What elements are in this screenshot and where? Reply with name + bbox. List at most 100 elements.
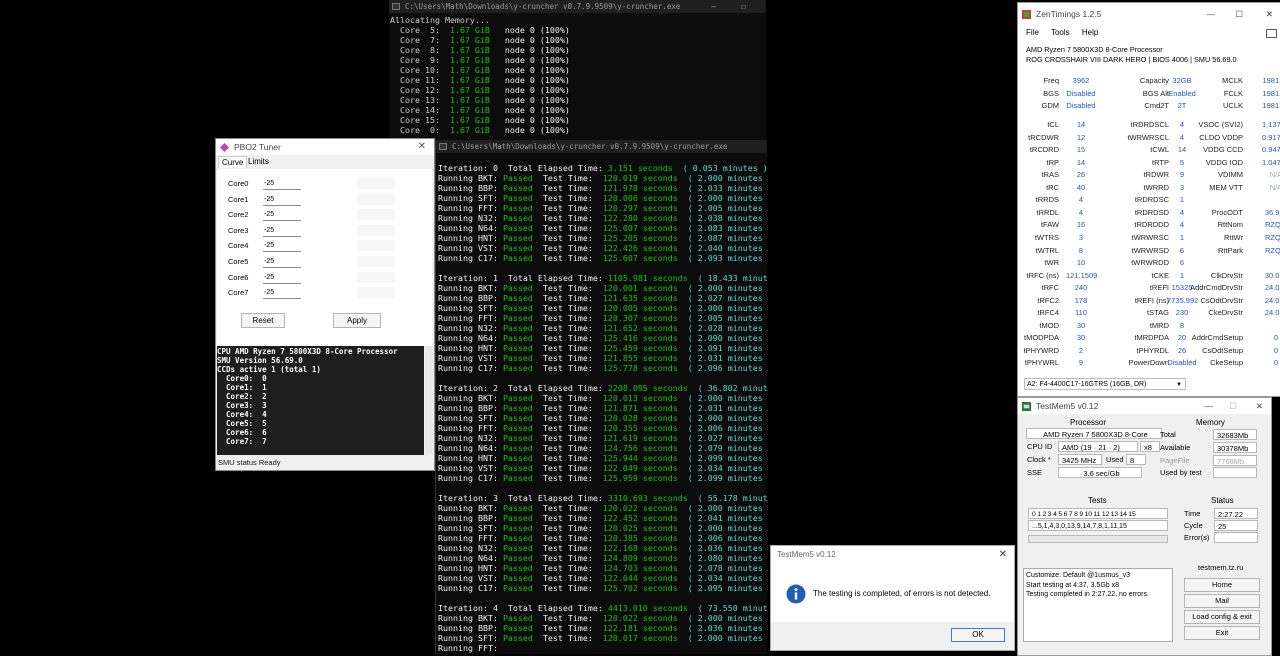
test-time-label: Test Time: (532, 203, 603, 213)
passed-status: Passed (502, 333, 533, 343)
passed-status: Passed (502, 183, 533, 193)
timing-value: 15 (1076, 145, 1086, 155)
close-icon[interactable]: ✕ (999, 549, 1007, 560)
core-label: Core 11: (390, 75, 450, 85)
core-offset-input[interactable] (263, 256, 301, 268)
maximize-icon[interactable]: ☐ (1229, 398, 1237, 414)
zentimings-titlebar[interactable]: ZenTimings 1.2.5 — ☐ ✕ (1018, 3, 1280, 25)
timing-label: PowerDown (1128, 358, 1169, 368)
test-name: Running N64: (438, 333, 503, 343)
test-time-label: Test Time: (532, 583, 603, 593)
timing-value: 26 (1076, 170, 1086, 180)
timing-value: 4 (1078, 207, 1084, 217)
passed-status: Passed (502, 553, 533, 563)
test-minutes: ( 2.000 minutes ) (677, 613, 767, 623)
test-minutes: ( 2.036 minutes ) (677, 543, 767, 553)
test-time-label: Test Time: (532, 453, 603, 463)
core-node: node 0 (100%) (489, 95, 570, 105)
testmem5-titlebar[interactable]: TestMem5 v0.12 — ☐ ✕ (1018, 398, 1271, 414)
load-config-exit-button[interactable]: Load config & exit (1184, 610, 1260, 624)
home-button[interactable]: Home (1184, 578, 1260, 592)
passed-status: Passed (502, 563, 533, 573)
timing-label: tRFC2 (1037, 295, 1059, 305)
elapsed-minutes: ( 18.433 minutes ) (697, 273, 767, 283)
maximize-icon[interactable]: ☐ (741, 0, 746, 13)
close-icon[interactable]: ✕ (418, 139, 426, 155)
core-offset-input[interactable] (263, 287, 301, 300)
core-offset-input[interactable] (263, 224, 301, 237)
test-result-line: Running HNT: Passed Test Time: 125.459 s… (438, 343, 767, 353)
pbo2-titlebar[interactable]: PBO2 Tuner ✕ (216, 139, 434, 155)
memory-label: Memory (1196, 418, 1225, 427)
cpuid-field: AMD (19 · 21 · 2) (1058, 441, 1138, 452)
test-result-line: Running VST: Passed Test Time: 122.044 s… (438, 573, 767, 583)
pbo2-log-scrollbar[interactable] (425, 346, 433, 454)
test-minutes: ( 2.027 minutes ) (677, 433, 767, 443)
maximize-icon[interactable]: ☐ (1235, 3, 1243, 25)
test-name: Running FFT: (438, 203, 503, 213)
minimize-icon[interactable]: — (1207, 3, 1216, 25)
timing-value: 40 (1076, 182, 1086, 192)
test-result-line: Running FFT: Passed Test Time: 120.385 s… (438, 533, 767, 543)
timing-value: 4 (1179, 220, 1185, 230)
core-offset-input[interactable] (263, 271, 301, 284)
apply-button[interactable]: Apply (333, 313, 381, 328)
reset-button[interactable]: Reset (241, 313, 285, 328)
ycruncher-main-titlebar[interactable]: C:\Users\Math\Downloads\y-cruncher v0.7.… (436, 140, 767, 153)
test-time-label: Test Time: (532, 443, 603, 453)
close-icon[interactable]: ✕ (1266, 3, 1273, 25)
exit-button[interactable]: Exit (1184, 626, 1260, 640)
iteration-label: Iteration: 0 Total Elapsed Time: (438, 163, 608, 173)
dialog-message: The testing is completed, of errors is n… (813, 589, 991, 598)
mail-button[interactable]: Mail (1184, 594, 1260, 608)
test-time-label: Test Time: (532, 543, 603, 553)
test-seconds: 125.007 seconds (602, 223, 678, 233)
tab-limits[interactable]: Limits (248, 157, 269, 166)
menu-file[interactable]: File (1026, 28, 1039, 37)
elapsed-seconds: 3.151 seconds (607, 163, 673, 173)
core-offset-input[interactable] (263, 240, 301, 253)
timing-value: 3962 (1072, 76, 1090, 85)
dimm-select[interactable]: A2: F4-4400C17-16GTRS (16GB, DR) ▼ (1024, 378, 1186, 390)
timing-label: tRRDL (1036, 207, 1059, 217)
test-time-label: Test Time: (532, 253, 603, 263)
core-allocation-line: Core 5: 1.67 GiB node 0 (100%) (390, 25, 766, 35)
test-seconds: 120.385 seconds (602, 533, 678, 543)
test-name: Running C17: (438, 473, 503, 483)
ycruncher-main-window: C:\Users\Math\Downloads\y-cruncher v0.7.… (435, 140, 767, 654)
iteration-header: Iteration: 1 Total Elapsed Time: 1105.98… (438, 273, 767, 283)
core-allocation-line: Core 12: 1.67 GiB node 0 (100%) (390, 85, 766, 95)
test-result-line: Running BBP: Passed Test Time: 122.452 s… (438, 513, 767, 523)
minimize-icon[interactable]: — (1205, 398, 1214, 414)
test-time-label: Test Time: (532, 223, 603, 233)
test-seconds: 120.355 seconds (602, 423, 678, 433)
timing-label: AddrCmdSetup (1191, 333, 1243, 343)
timing-label: RttNom (1217, 220, 1243, 230)
minimize-icon[interactable]: — (711, 0, 716, 13)
timing-value: 1.0477V (1262, 157, 1280, 167)
tab-curve[interactable]: Curve (218, 156, 248, 168)
test-seconds: 122.044 seconds (602, 573, 678, 583)
core-label: Core 9: (390, 55, 450, 65)
menu-help[interactable]: Help (1082, 28, 1098, 37)
test-name: Running BKT: (438, 283, 503, 293)
passed-status: Passed (502, 213, 533, 223)
passed-status: Passed (502, 283, 533, 293)
sse-label: SSE (1027, 468, 1043, 477)
core-offset-input[interactable] (263, 193, 301, 206)
core-size: 1.67 GiB (449, 105, 490, 115)
close-icon[interactable]: ✕ (1256, 398, 1263, 414)
core-offset-input[interactable] (263, 209, 301, 222)
test-result-line: Running C17: Passed Test Time: 125.607 s… (438, 253, 767, 263)
test-minutes: ( 2.000 minutes ) (677, 413, 767, 423)
test-name: Running C17: (438, 363, 503, 373)
ok-button[interactable]: OK (951, 628, 1005, 642)
timing-label: tRAS (1041, 170, 1059, 180)
screenshot-icon[interactable] (1266, 29, 1277, 38)
passed-status: Passed (502, 613, 533, 623)
menu-tools[interactable]: Tools (1051, 28, 1070, 37)
dialog-title: TestMem5 v0.12 (777, 550, 836, 559)
ycruncher-top-titlebar[interactable]: C:\Users\Math\Downloads\y-cruncher v0.7.… (389, 0, 766, 13)
timing-value: 1 (1179, 195, 1185, 205)
core-offset-input[interactable] (263, 178, 301, 190)
